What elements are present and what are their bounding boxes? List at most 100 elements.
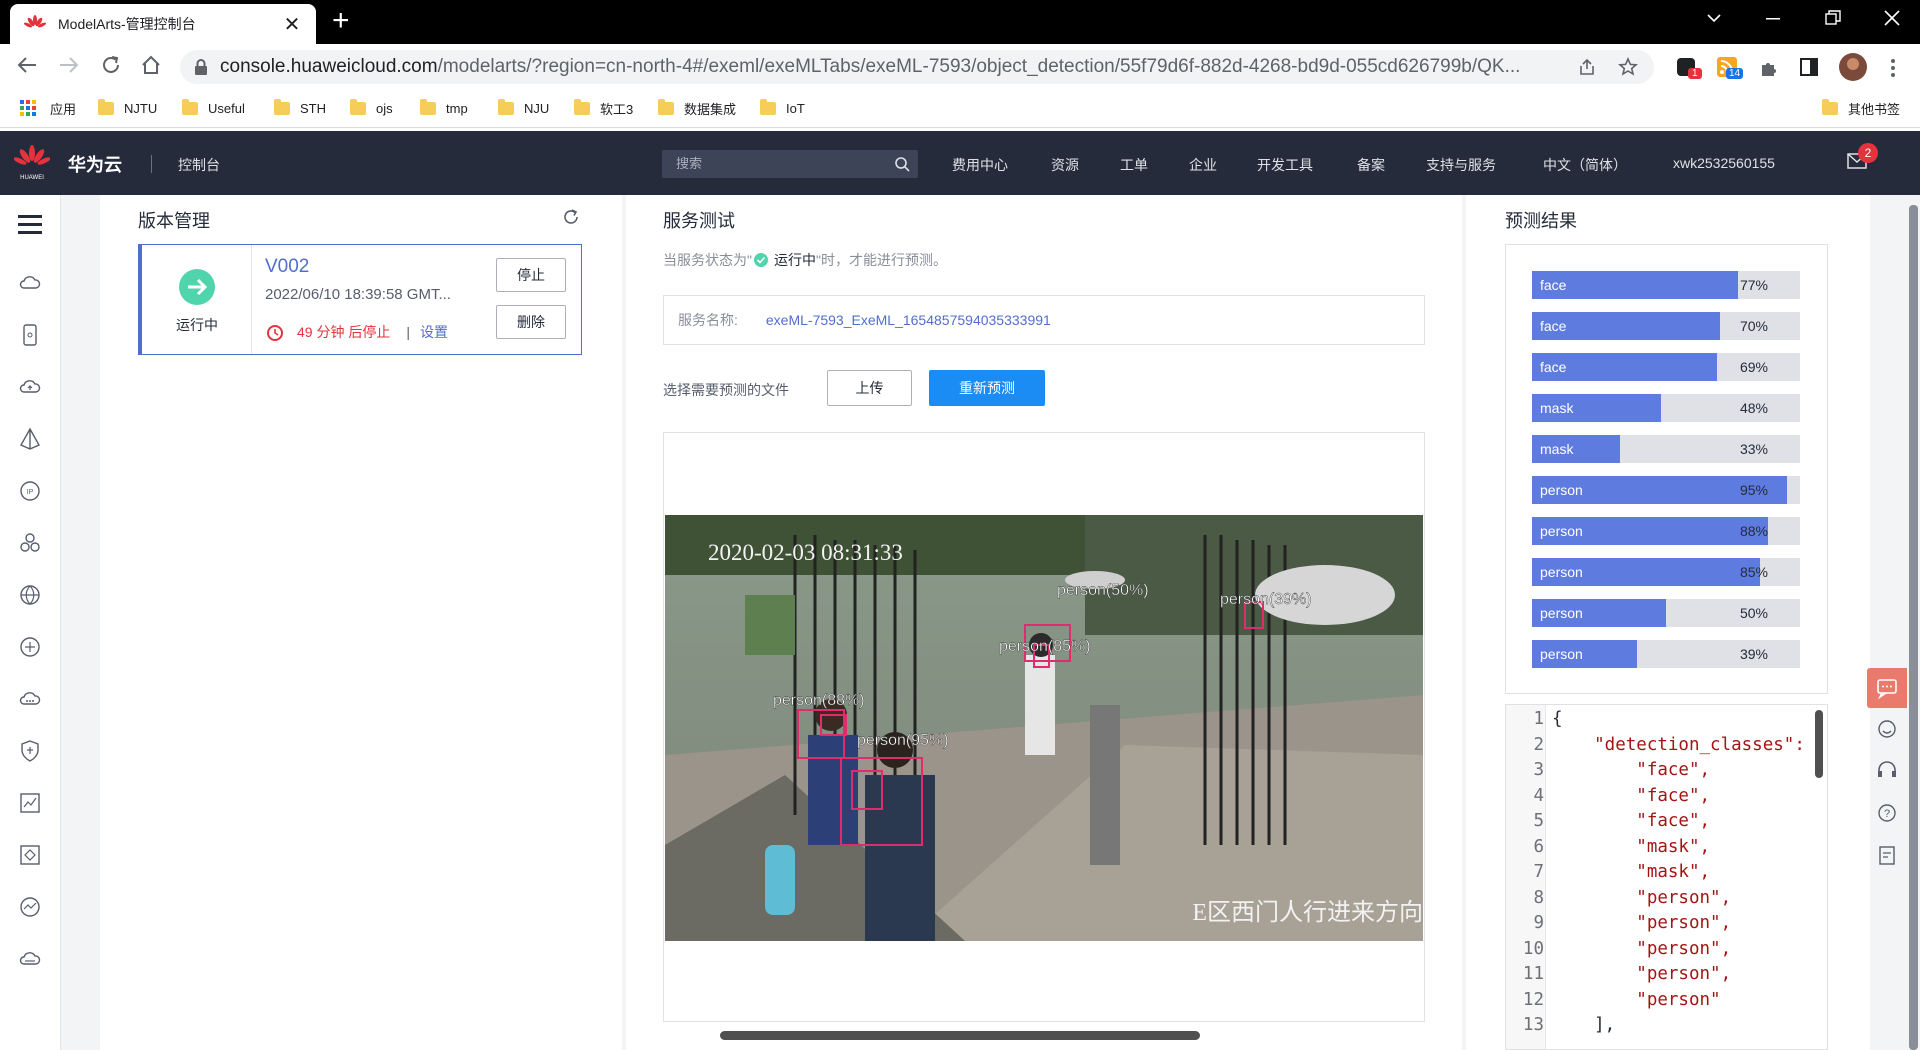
cloud-upload-icon[interactable] [18, 375, 42, 399]
browser-tab[interactable]: ModelArts-管理控制台 ✕ [10, 4, 316, 44]
horizontal-scrollbar[interactable] [720, 1031, 1200, 1040]
window-close-icon[interactable] [1884, 10, 1900, 26]
bookmark-other[interactable]: 其他书签 [1822, 98, 1900, 118]
arrow-circle-icon [179, 269, 215, 305]
cluster-icon[interactable] [18, 531, 42, 555]
feedback-button[interactable] [1867, 708, 1907, 750]
bookmark-ruangong3[interactable]: 软工3 [574, 98, 633, 118]
back-arrow-icon[interactable] [16, 54, 38, 76]
code-text: ], [1552, 1015, 1616, 1035]
folder-icon [760, 98, 776, 115]
folder-icon [498, 98, 514, 115]
cloud-icon[interactable] [18, 271, 42, 295]
tab-search-chevron-icon[interactable] [1706, 12, 1722, 24]
notes-button[interactable] [1867, 834, 1907, 876]
user-account[interactable]: xwk2532560155 [1673, 155, 1775, 171]
code-line: 2 "detection_classes": [1506, 735, 1827, 760]
bookmark-data-integration[interactable]: 数据集成 [658, 98, 736, 118]
nav-billing[interactable]: 费用中心 [952, 155, 1008, 175]
brand-name[interactable]: 华为云 [68, 151, 122, 177]
refresh-icon[interactable] [562, 208, 580, 226]
pyramid-icon[interactable] [18, 427, 42, 451]
star-icon[interactable] [1618, 57, 1638, 77]
delete-button[interactable]: 删除 [496, 305, 566, 339]
result-row: person 39% [1532, 640, 1800, 668]
upload-button[interactable]: 上传 [827, 370, 912, 406]
monitor-icon[interactable] [18, 895, 42, 919]
nav-enterprise[interactable]: 企业 [1189, 155, 1217, 175]
line-number: 5 [1533, 811, 1544, 831]
hint-status: 运行中 [773, 252, 816, 268]
nav-support[interactable]: 支持与服务 [1426, 155, 1496, 175]
side-panel-icon[interactable] [1800, 58, 1818, 76]
bookmark-iot[interactable]: IoT [760, 98, 805, 118]
code-text: "person", [1552, 938, 1732, 959]
puzzle-extensions-icon[interactable] [1758, 58, 1778, 78]
result-label: person [1540, 646, 1583, 662]
alarm-clock-icon [267, 325, 283, 341]
forward-arrow-icon[interactable] [58, 54, 80, 76]
bookmark-sth[interactable]: STH [274, 98, 326, 118]
line-number: 4 [1533, 785, 1544, 806]
avatar[interactable] [1838, 52, 1868, 82]
bookmark-label: tmp [446, 100, 468, 116]
chart-icon[interactable] [18, 791, 42, 815]
cloud-more-icon[interactable] [18, 687, 42, 711]
cloud-storage-icon[interactable] [18, 947, 42, 971]
bookmark-nju[interactable]: NJU [498, 98, 549, 118]
chat-button[interactable] [1867, 668, 1907, 708]
code-scrollbar[interactable] [1815, 710, 1823, 778]
network-icon[interactable] [18, 635, 42, 659]
logo-text: HUAWEI [20, 175, 44, 181]
repredict-button[interactable]: 重新预测 [929, 370, 1045, 406]
nav-dev-tools[interactable]: 开发工具 [1257, 155, 1313, 175]
bookmark-ojs[interactable]: ojs [350, 98, 393, 118]
version-name[interactable]: V002 [265, 256, 309, 278]
rss-extension-icon[interactable]: 14 [1716, 56, 1744, 81]
line-number: 1 [1533, 709, 1544, 729]
extension-1-icon[interactable]: 1 [1676, 56, 1702, 81]
chat-icon [1877, 679, 1897, 700]
ip-icon[interactable]: IP [18, 479, 42, 503]
page-scrollbar[interactable] [1909, 205, 1918, 1050]
bookmark-apps[interactable]: 应用 [20, 98, 76, 118]
huawei-logo[interactable]: HUAWEI [14, 145, 50, 181]
stop-button[interactable]: 停止 [496, 258, 566, 292]
minimize-icon[interactable] [1766, 18, 1780, 20]
more-menu-icon[interactable] [1890, 58, 1896, 78]
nav-filing[interactable]: 备案 [1357, 155, 1385, 175]
bookmark-tmp[interactable]: tmp [420, 98, 468, 118]
code-text: "person", [1552, 913, 1732, 933]
shield-icon[interactable] [18, 739, 42, 763]
address-bar[interactable]: console.huaweicloud.com/modelarts/?regio… [180, 50, 1654, 84]
header-search-input[interactable]: 搜索 [662, 150, 918, 178]
url-path: /modelarts/?region=cn-north-4#/exeml/exe… [437, 56, 1521, 77]
svg-text:IP: IP [27, 489, 34, 496]
result-percent: 39% [1739, 646, 1768, 662]
new-tab-button[interactable]: + [332, 6, 350, 36]
reload-icon[interactable] [100, 54, 122, 76]
help-button[interactable]: ? [1867, 792, 1907, 834]
home-icon[interactable] [140, 54, 162, 76]
nav-resources[interactable]: 资源 [1051, 155, 1079, 175]
language-select[interactable]: 中文（简体） [1543, 155, 1627, 175]
settings-link[interactable]: 设置 [420, 322, 448, 342]
search-icon[interactable] [894, 156, 910, 172]
tab-close-icon[interactable]: ✕ [282, 12, 302, 37]
ext-badge: 14 [1726, 68, 1744, 79]
diamond-icon[interactable] [18, 843, 42, 867]
globe-icon[interactable] [18, 583, 42, 607]
share-icon[interactable] [1578, 58, 1596, 76]
result-row: face 77% [1532, 271, 1800, 299]
device-icon[interactable] [18, 323, 42, 347]
service-hint: 当服务状态为" 运行中 "时，才能进行预测。 [663, 250, 947, 270]
bookmark-njtu[interactable]: NJTU [98, 98, 157, 118]
hint-prefix: 当服务状态为" [663, 252, 752, 268]
bookmark-useful[interactable]: Useful [182, 98, 245, 118]
restore-icon[interactable] [1825, 10, 1841, 26]
console-link[interactable]: 控制台 [178, 155, 220, 175]
support-button[interactable] [1867, 750, 1907, 792]
nav-tickets[interactable]: 工单 [1120, 155, 1148, 175]
menu-icon[interactable] [18, 215, 42, 235]
timer-text: 49 分钟 后停止 [297, 324, 391, 340]
